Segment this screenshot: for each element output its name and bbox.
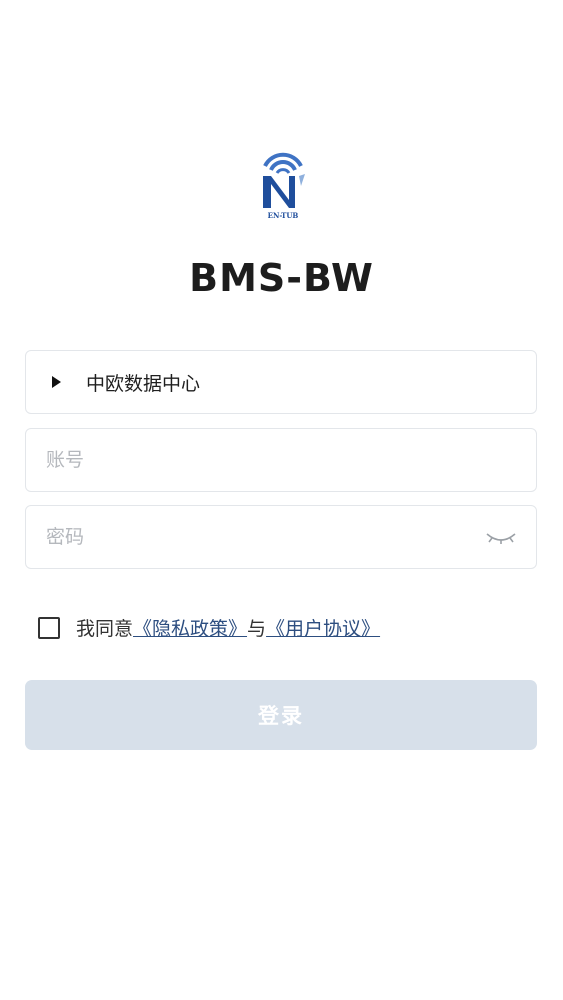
privacy-policy-link[interactable]: 《隐私政策》: [133, 614, 247, 641]
password-field: [25, 505, 537, 569]
server-select-value: 中欧数据中心: [86, 372, 201, 395]
user-agreement-link[interactable]: 《用户协议》: [266, 614, 380, 641]
agreement-connector: 与: [247, 618, 267, 640]
agreement-row: 我同意 《隐私政策》 与 《用户协议》: [38, 614, 380, 641]
logo-text: EN-TUB: [268, 211, 299, 220]
account-field: [25, 428, 537, 492]
account-input[interactable]: [44, 439, 536, 481]
agreement-prefix: 我同意: [76, 618, 134, 640]
caret-right-icon: [52, 376, 61, 388]
app-title: BMS-BW: [189, 256, 374, 300]
server-select[interactable]: 中欧数据中心: [25, 350, 537, 414]
password-input[interactable]: [44, 516, 484, 558]
agreement-checkbox[interactable]: [38, 616, 60, 639]
login-button[interactable]: 登录: [25, 680, 537, 750]
eye-closed-icon[interactable]: [484, 527, 518, 547]
brand-logo: EN-TUB: [251, 146, 315, 222]
